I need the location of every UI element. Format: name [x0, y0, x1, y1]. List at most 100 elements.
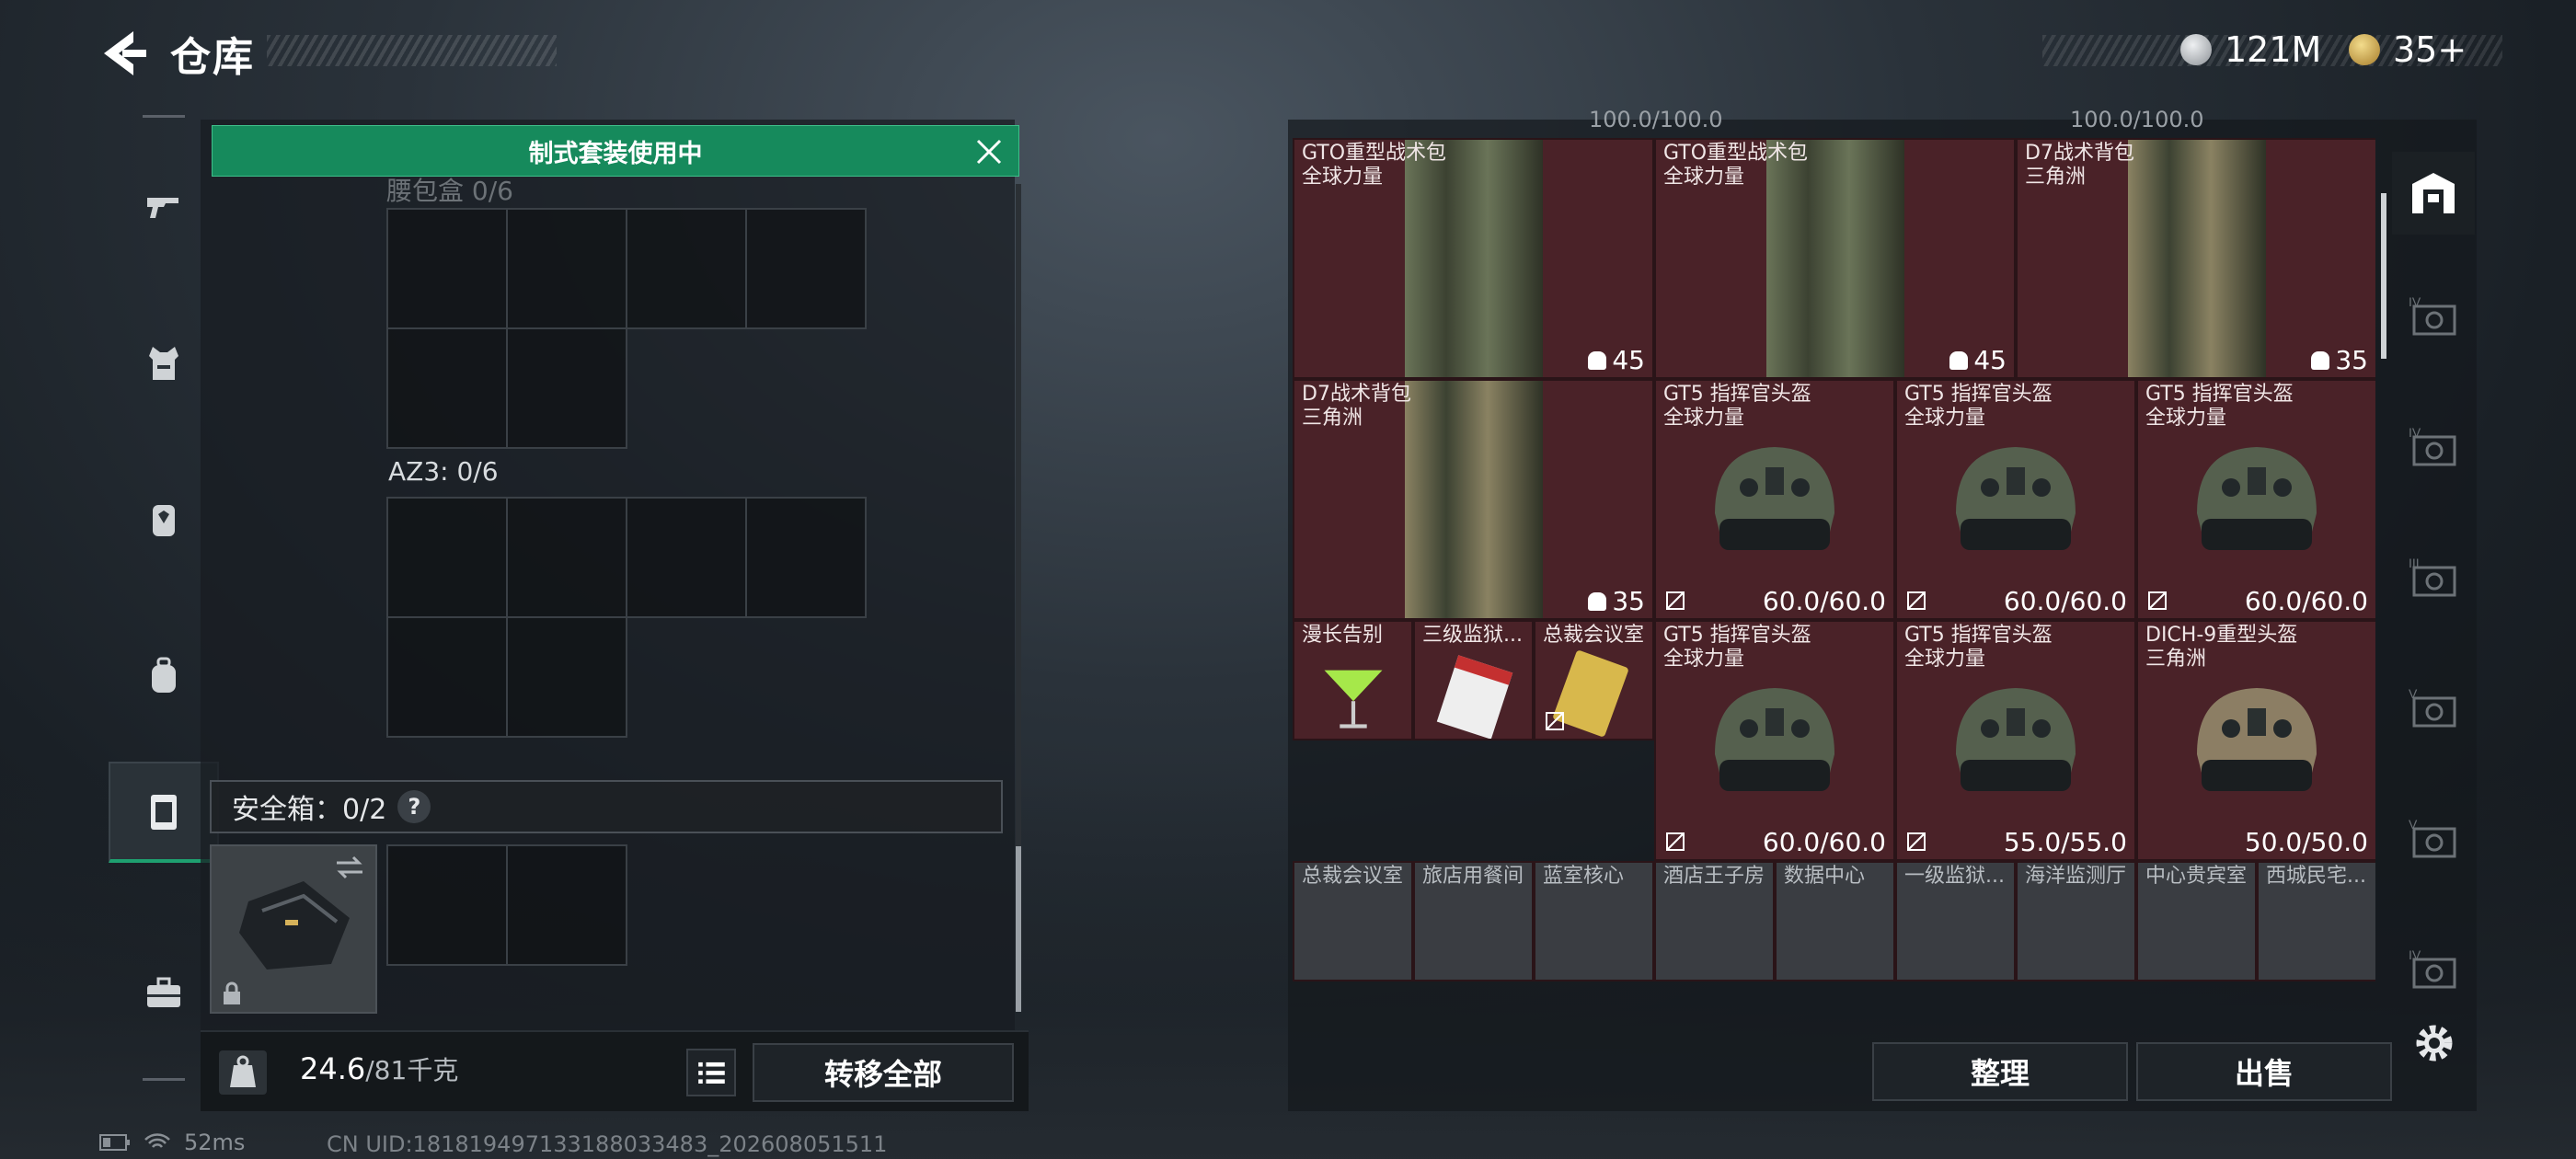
stash-item[interactable]: 一级监狱... [1895, 861, 2016, 981]
item-name: D7战术背包 三角洲 [2025, 142, 2134, 189]
arrange-button[interactable]: 整理 [1872, 1042, 2128, 1101]
value-wrap: 45 [1588, 345, 1645, 375]
stash-item[interactable]: 总裁会议室 [1293, 861, 1413, 981]
keycard-image [1436, 655, 1513, 739]
stash-item[interactable]: GTO重型战术包 全球力量 45 [1654, 138, 2016, 379]
az3-cell[interactable] [745, 497, 867, 618]
tab-case-2[interactable]: IV [2392, 407, 2475, 489]
pouch-slot-label: 腰包盒 0/6 [386, 176, 513, 206]
value-wrap: 35 [1588, 586, 1645, 616]
tab-stash-home[interactable] [2392, 152, 2475, 235]
pouch-cell[interactable] [386, 208, 508, 329]
item-title: GT5 指挥官头盔 [2145, 383, 2294, 406]
user-uid: CN UID:181819497133188033483_20260805151… [327, 1131, 888, 1157]
scroll-thumb[interactable] [1016, 846, 1021, 1012]
top-bar: 仓库 121M 35+ [0, 0, 2576, 110]
item-title: GT5 指挥官头盔 [1904, 624, 2053, 647]
safe-box-item[interactable] [210, 844, 377, 1014]
stash-item[interactable]: GT5 指挥官头盔 全球力量 60.0/60.0 [1654, 620, 1895, 861]
stash-item[interactable]: 中心贵宾室 [2136, 861, 2257, 981]
stash-item[interactable]: D7战术背包 三角洲 35 [1293, 379, 1654, 620]
tab-case-4[interactable]: V [2392, 668, 2475, 751]
svg-text:V: V [2409, 686, 2418, 701]
stash-item[interactable]: GTO重型战术包 全球力量 45 [1293, 138, 1654, 379]
item-name: GT5 指挥官头盔 全球力量 [1904, 383, 2053, 430]
item-value: 35 [1612, 586, 1645, 616]
item-title: GTO重型战术包 [1663, 142, 1809, 165]
pouch-cell[interactable] [626, 208, 747, 329]
sell-button[interactable]: 出售 [2136, 1042, 2392, 1101]
tab-case-6[interactable]: IV [2392, 929, 2475, 1012]
stash-item[interactable]: 数据中心 [1775, 861, 1895, 981]
item-title: 酒店王子房 [1663, 865, 1765, 888]
stash-item[interactable]: 海洋监测厅 [2016, 861, 2136, 981]
stash-item[interactable]: GT5 指挥官头盔 全球力量 60.0/60.0 [1895, 379, 2136, 620]
item-faction: 全球力量 [2145, 407, 2227, 430]
safe-case-icon [239, 881, 350, 970]
stash-item[interactable]: 酒店王子房 [1654, 861, 1775, 981]
item-name: 三级监狱... [1422, 624, 1523, 648]
item-value: 60.0/60.0 [1762, 827, 1886, 857]
item-faction: 全球力量 [1904, 648, 1986, 671]
help-button[interactable]: ? [397, 790, 431, 823]
no-repair-icon [1666, 832, 1685, 851]
back-arrow-icon[interactable] [97, 28, 152, 79]
pouch-cell[interactable] [386, 327, 508, 449]
pouch-cell[interactable] [745, 208, 867, 329]
item-title: 西城民宅... [2266, 865, 2366, 888]
close-icon[interactable] [972, 135, 1006, 168]
loadout-scrollbar[interactable] [1016, 184, 1021, 1012]
stash-item[interactable]: 西城民宅... [2257, 861, 2375, 981]
pouch-cell[interactable] [506, 208, 627, 329]
item-name: D7战术背包 三角洲 [1302, 383, 1411, 430]
swap-icon[interactable] [333, 854, 366, 881]
backpack-armor-icon [153, 505, 175, 536]
az3-cell[interactable] [386, 497, 508, 618]
stash-home-icon [2412, 173, 2455, 213]
no-repair-icon [1546, 712, 1564, 730]
stash-item[interactable]: DICH-9重型头盔 三角洲 50.0/50.0 [2136, 620, 2375, 861]
item-title: 总裁会议室 [1302, 865, 1404, 888]
transfer-all-button[interactable]: 转移全部 [753, 1043, 1014, 1102]
backpack-image [1404, 381, 1543, 618]
az3-cell[interactable] [506, 497, 627, 618]
safe-box-cell[interactable] [506, 844, 627, 966]
currency-silver[interactable]: 121M [2180, 26, 2321, 74]
item-value: 60.0/60.0 [2244, 586, 2368, 616]
stash-item[interactable]: 三级监狱... [1413, 620, 1534, 740]
az3-cell[interactable] [506, 616, 627, 738]
tab-case-3[interactable]: III [2392, 537, 2475, 620]
stash-item[interactable]: 漫长告别 [1293, 620, 1413, 740]
safe-box-header: 安全箱：0/2 ? [210, 780, 1003, 833]
no-repair-icon [1907, 832, 1926, 851]
safe-box-cell[interactable] [386, 844, 508, 966]
stash-item[interactable]: 旅店用餐间 [1413, 861, 1534, 981]
az3-cell[interactable] [626, 497, 747, 618]
stash-item[interactable]: 总裁会议室 [1534, 620, 1654, 740]
item-title: 蓝室核心 [1543, 865, 1625, 888]
backpack-image [2127, 140, 2266, 377]
tab-case-1[interactable]: IV [2392, 276, 2475, 359]
weight-bar: 24.6/81千克 转移全部 [201, 1030, 1029, 1111]
settings-gear-icon[interactable] [2410, 1019, 2458, 1067]
stash-item[interactable]: D7战术背包 三角洲 35 [2016, 138, 2375, 379]
value-wrap: 35 [2311, 345, 2368, 375]
stash-scrollbar[interactable] [2381, 193, 2386, 359]
currency-gold[interactable]: 35+ [2349, 26, 2467, 74]
capacity-icon [1949, 350, 1969, 370]
list-view-button[interactable] [686, 1049, 736, 1096]
stash-item[interactable]: GT5 指挥官头盔 全球力量 55.0/55.0 [1895, 620, 2136, 861]
stash-item[interactable]: 蓝室核心 [1534, 861, 1654, 981]
network-status: 52ms [99, 1130, 245, 1155]
left-nav-rail [143, 115, 185, 1081]
stash-item[interactable]: GT5 指挥官头盔 全球力量 60.0/60.0 [2136, 379, 2375, 620]
silver-coin-icon [2180, 34, 2212, 65]
svg-text:IV: IV [2409, 947, 2421, 962]
tab-case-5[interactable]: V [2392, 798, 2475, 881]
az3-cell[interactable] [386, 616, 508, 738]
pouch-cell[interactable] [506, 327, 627, 449]
wifi-icon [144, 1133, 170, 1148]
helmet-image [2197, 447, 2317, 551]
az3-slot-label: AZ3: 0/6 [388, 456, 499, 487]
stash-item[interactable]: GT5 指挥官头盔 全球力量 60.0/60.0 [1654, 379, 1895, 620]
